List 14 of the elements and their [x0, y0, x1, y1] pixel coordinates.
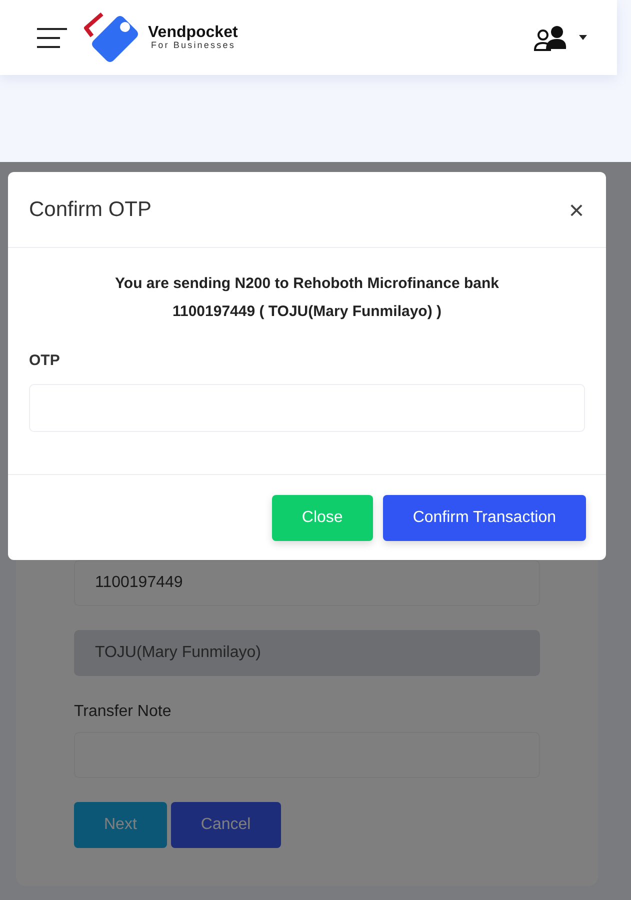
caret-icon[interactable]: [579, 35, 587, 40]
confirmation-message: You are sending N200 to Rehoboth Microfinance bank 1100197449 ( TOJU(Mary Funmilayo) ): [114, 274, 500, 322]
field-label: Transfer Note: [74, 702, 172, 722]
close-button[interactable]: Close: [272, 495, 373, 541]
modal-title: Confirm OTP: [29, 196, 152, 223]
brand-tagline: For Businesses: [151, 41, 236, 50]
form-button[interactable]: Cancel: [170, 802, 281, 848]
confirm-button[interactable]: Confirm Transaction: [382, 495, 586, 541]
otp-label: OTP: [29, 350, 61, 370]
users-icon[interactable]: [533, 24, 567, 50]
text-field[interactable]: 1100197449: [74, 560, 540, 606]
form-button[interactable]: Next: [74, 802, 167, 848]
menu-icon[interactable]: [36, 26, 68, 48]
brand-name: Vendpocket: [148, 25, 238, 41]
